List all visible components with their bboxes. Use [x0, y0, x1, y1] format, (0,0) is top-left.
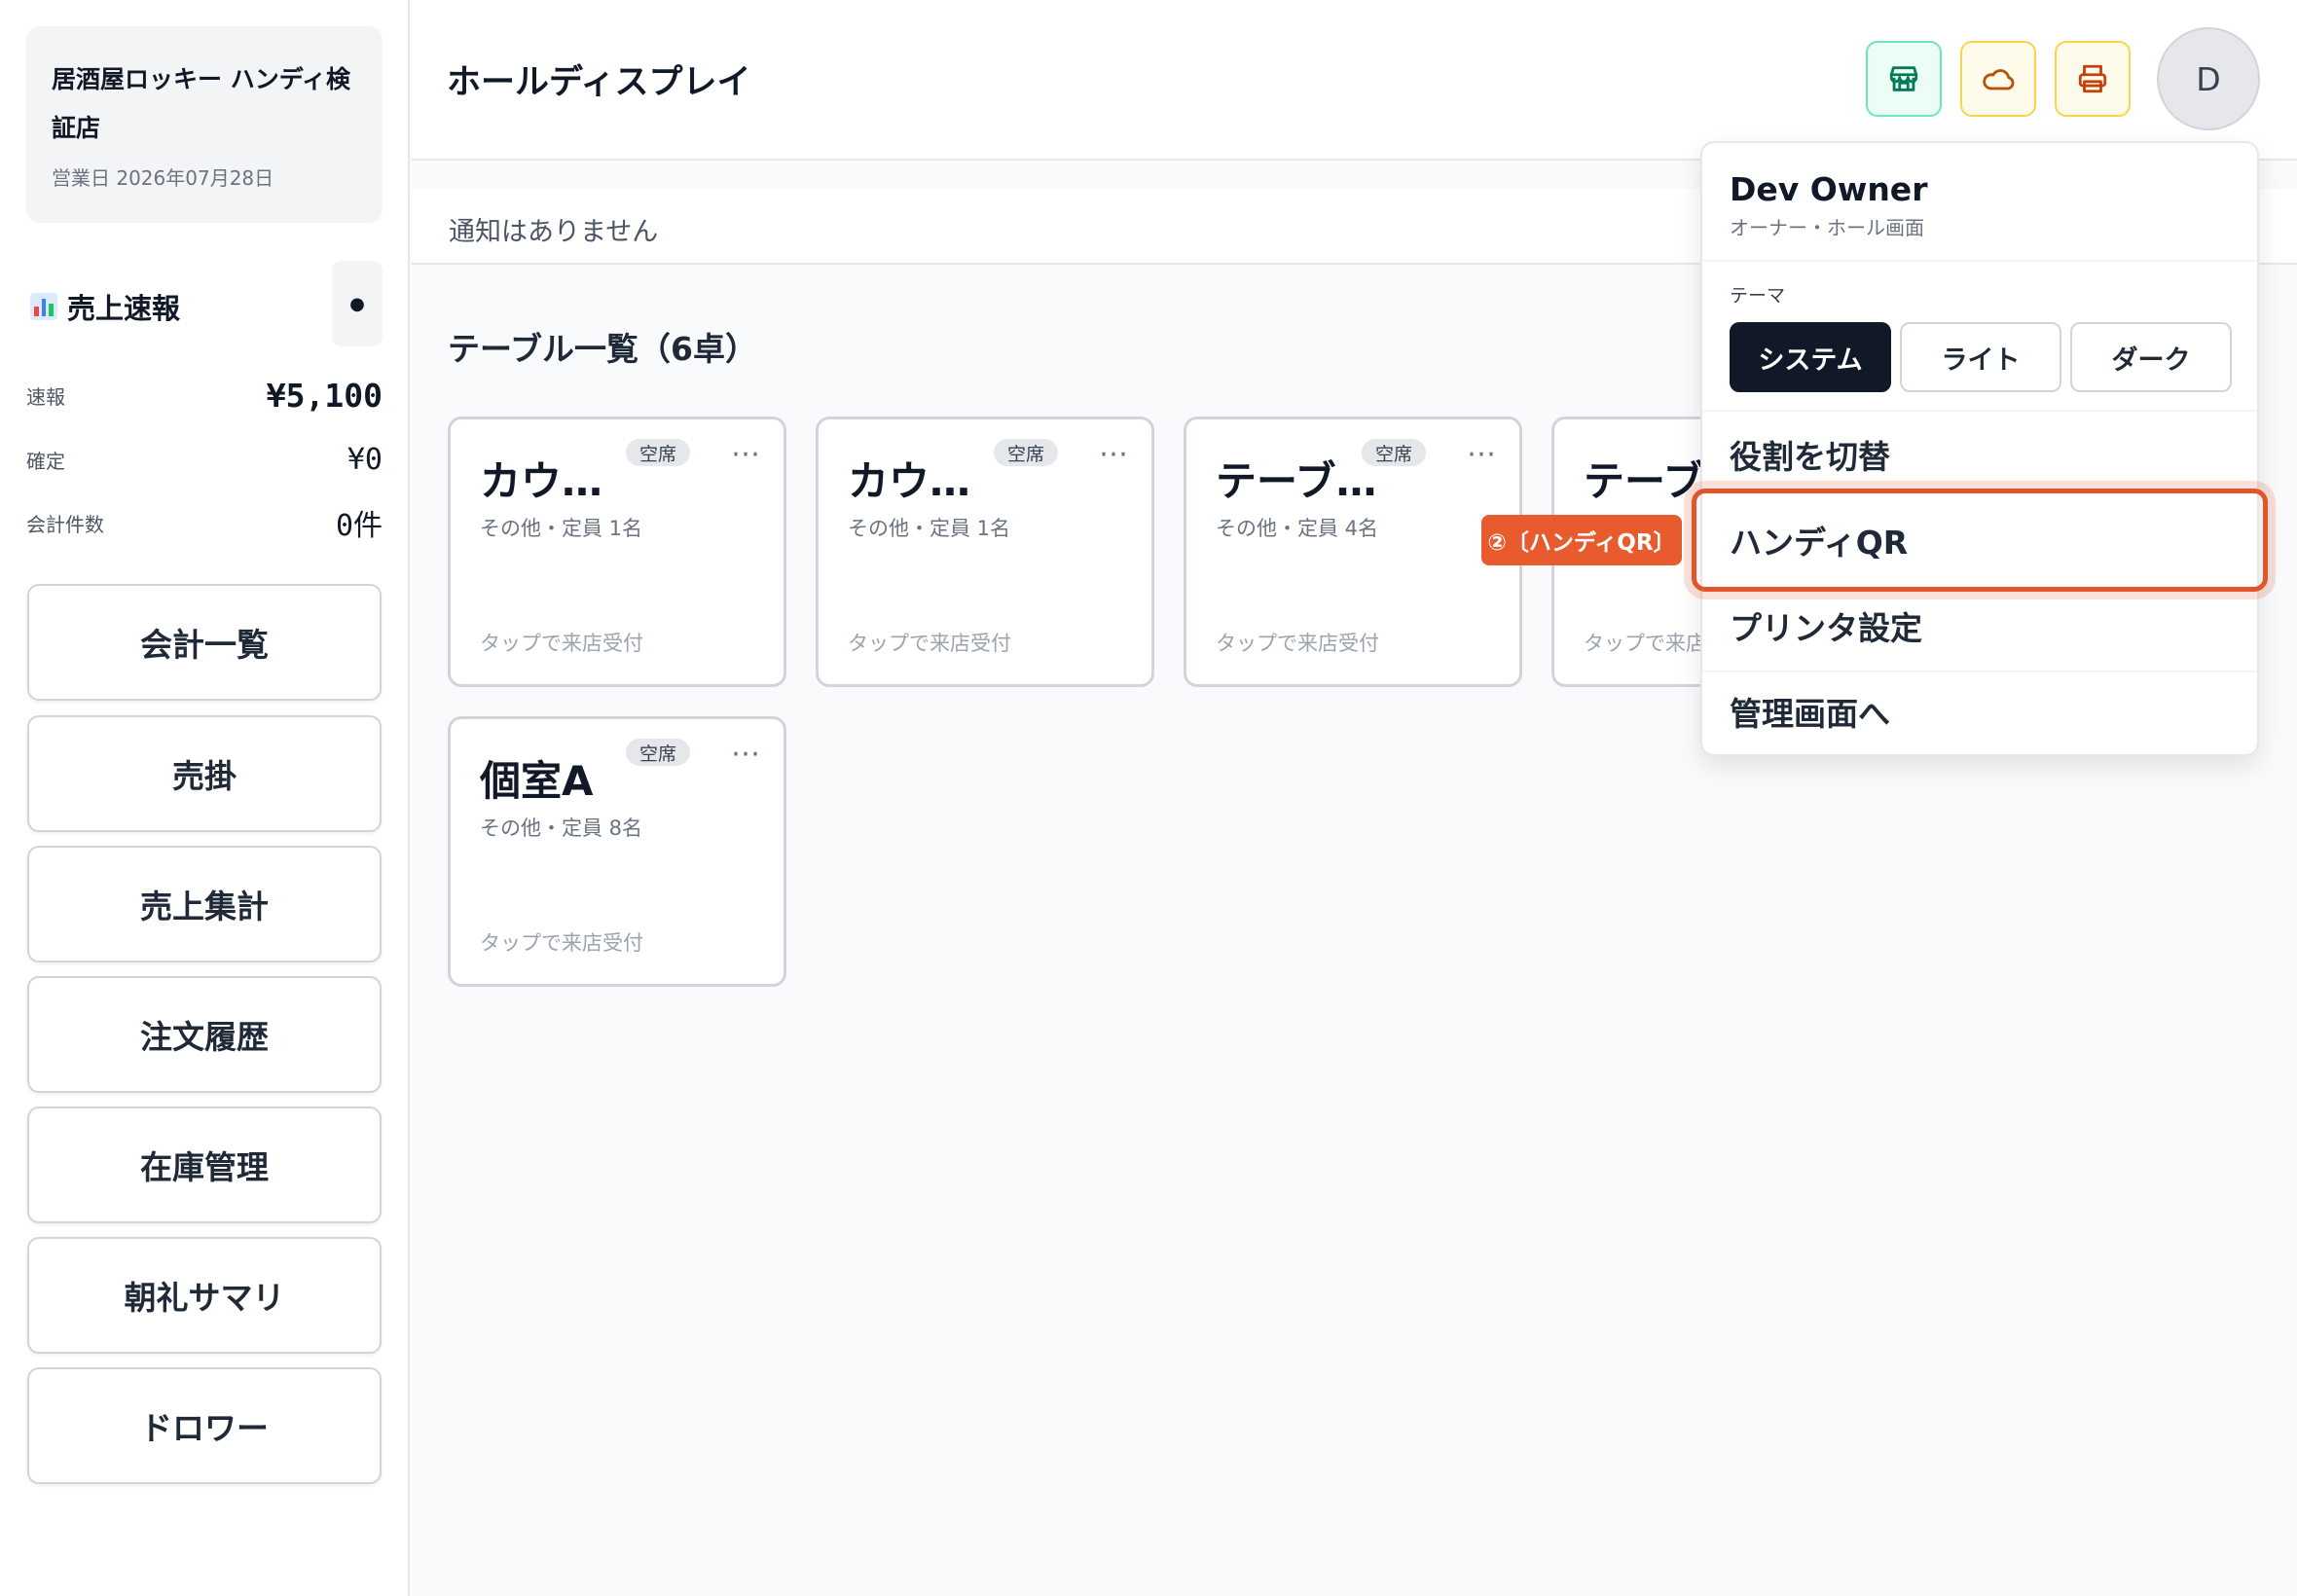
store-button[interactable]: [1866, 41, 1942, 117]
printer-button[interactable]: [2055, 41, 2131, 117]
page-title: ホールディスプレイ: [447, 63, 751, 102]
business-day: 営業日 2026年07月28日: [52, 166, 274, 190]
stat-row-count: 会計件数 0件: [26, 503, 383, 543]
sales-report-title: 売上速報: [30, 286, 180, 327]
sales-report-header: 売上速報 ●: [26, 261, 383, 346]
table-hint: タップで来店受付: [480, 931, 643, 955]
status-badge: 空席: [1362, 439, 1427, 466]
table-card[interactable]: 個室A 空席 ⋯ その他・定員 8名 タップで来店受付: [448, 716, 786, 987]
nav-morning-summary-button[interactable]: 朝礼サマリ: [27, 1237, 382, 1354]
store-name: 居酒屋ロッキー ハンディ検証店: [52, 65, 350, 142]
table-name: 個室A: [480, 757, 594, 805]
bar-chart-icon: [30, 293, 57, 320]
divider: [1702, 410, 2257, 412]
table-meta: その他・定員 1名: [848, 517, 1011, 540]
theme-dark-button[interactable]: ダーク: [2070, 322, 2232, 392]
nav-checkout-list-button[interactable]: 会計一覧: [27, 584, 382, 701]
user-role: オーナー・ホール画面: [1730, 216, 1924, 239]
theme-system-button[interactable]: システム: [1730, 322, 1891, 392]
table-hint: タップで来店受付: [848, 632, 1011, 655]
status-badge: 空席: [626, 739, 691, 766]
table-hint: タップで来店受付: [480, 632, 643, 655]
stat-label: 確定: [26, 449, 65, 473]
stat-label: 会計件数: [26, 512, 104, 536]
stat-value: ¥5,100: [266, 376, 383, 415]
sidebar: 居酒屋ロッキー ハンディ検証店 営業日 2026年07月28日 売上速報 ● 速…: [0, 0, 410, 1596]
status-badge: 空席: [994, 439, 1059, 466]
nav-sales-summary-button[interactable]: 売上集計: [27, 846, 382, 962]
divider: [1702, 260, 2257, 262]
table-name: カウ…: [848, 457, 971, 505]
table-list-title: テーブル一覧（6卓）: [448, 330, 757, 368]
nav-drawer-button[interactable]: ドロワー: [27, 1367, 382, 1484]
store-info-card: 居酒屋ロッキー ハンディ検証店 営業日 2026年07月28日: [26, 26, 383, 223]
table-card[interactable]: テーブ… 空席 ⋯ その他・定員 4名 タップで来店受付: [1184, 417, 1522, 687]
stat-row-confirmed: 確定 ¥0: [26, 440, 383, 479]
table-name: カウ…: [480, 457, 603, 505]
user-menu-dropdown: Dev Owner オーナー・ホール画面 テーマ システム ライト ダーク 役割…: [1700, 141, 2259, 756]
stat-value: ¥0: [346, 442, 383, 477]
status-badge: 空席: [626, 439, 691, 466]
table-name: テーブ…: [1216, 457, 1377, 505]
admin-screen-menu-item[interactable]: 管理画面へ: [1730, 688, 1890, 735]
printer-icon: [2078, 64, 2107, 93]
more-menu-icon[interactable]: ⋯: [1467, 437, 1498, 471]
nav-inventory-button[interactable]: 在庫管理: [27, 1106, 382, 1223]
user-avatar-button[interactable]: D: [2157, 27, 2260, 130]
eye-icon: ●: [349, 293, 365, 314]
notification-text: 通知はありません: [449, 217, 659, 247]
more-menu-icon[interactable]: ⋯: [731, 737, 762, 771]
table-hint: タップで来店受付: [1216, 632, 1379, 655]
table-meta: その他・定員 8名: [480, 816, 643, 840]
switch-role-menu-item[interactable]: 役割を切替: [1730, 431, 1890, 478]
table-meta: その他・定員 1名: [480, 517, 643, 540]
divider: [1702, 671, 2257, 672]
user-name: Dev Owner: [1730, 170, 1928, 208]
table-meta: その他・定員 4名: [1216, 517, 1379, 540]
sales-report-label: 売上速報: [67, 292, 181, 325]
theme-label: テーマ: [1730, 285, 1786, 307]
printer-settings-menu-item[interactable]: プリンタ設定: [1730, 602, 1922, 649]
stat-row-preliminary: 速報 ¥5,100: [26, 376, 383, 415]
more-menu-icon[interactable]: ⋯: [1099, 437, 1130, 471]
more-menu-icon[interactable]: ⋯: [731, 437, 762, 471]
cloud-icon: [1983, 69, 2015, 91]
top-header: ホールディスプレイ D: [412, 0, 2297, 161]
toggle-visibility-button[interactable]: ●: [332, 261, 383, 346]
user-info: Dev Owner オーナー・ホール画面: [1730, 170, 1927, 240]
stat-label: 速報: [26, 384, 65, 409]
menu-item-highlight: [1692, 489, 2268, 592]
nav-credit-sales-button[interactable]: 売掛: [27, 715, 382, 832]
store-icon: [1889, 66, 1918, 91]
stat-value: 0件: [335, 509, 383, 543]
step-annotation-label: ②〔ハンディQR〕: [1481, 515, 1682, 565]
nav-order-history-button[interactable]: 注文履歴: [27, 976, 382, 1093]
cloud-sync-button[interactable]: [1960, 41, 2036, 117]
table-card[interactable]: カウ… 空席 ⋯ その他・定員 1名 タップで来店受付: [448, 417, 786, 687]
table-card[interactable]: カウ… 空席 ⋯ その他・定員 1名 タップで来店受付: [816, 417, 1154, 687]
theme-light-button[interactable]: ライト: [1900, 322, 2061, 392]
